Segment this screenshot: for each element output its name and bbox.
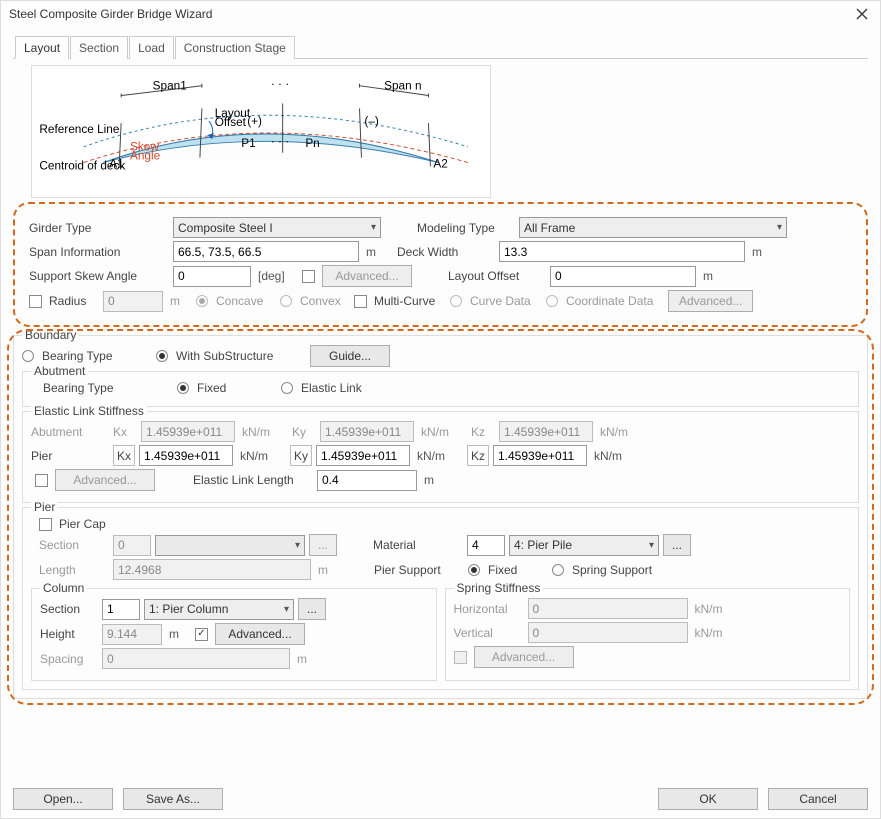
svg-text:· · ·: · · · (271, 134, 289, 148)
ok-button[interactable]: OK (658, 788, 758, 810)
boundary-group: Boundary Bearing Type With SubStructure … (13, 335, 868, 699)
multicurve-advanced-button: Advanced... (668, 290, 753, 312)
span-unit: m (366, 245, 388, 259)
piercap-section-input (113, 535, 151, 556)
pier-ky-input[interactable] (316, 445, 410, 466)
layout-diagram: Span1 Span n · · · · · · Reference Line … (31, 65, 491, 198)
skew-advanced-button[interactable]: Advanced... (322, 265, 412, 287)
svg-text:Offset: Offset (215, 115, 247, 129)
layout-offset-label: Layout Offset (448, 269, 546, 283)
column-advanced-button[interactable]: Advanced... (215, 623, 305, 645)
deck-unit: m (752, 245, 762, 259)
svg-text:Pn: Pn (305, 136, 319, 150)
spring-horizontal-input (528, 598, 688, 619)
svg-text:P1: P1 (241, 136, 255, 150)
svg-text:Angle: Angle (130, 149, 161, 163)
svg-text:Span1: Span1 (153, 79, 187, 93)
column-section-select[interactable]: 1: Pier Column▾ (144, 599, 294, 620)
with-substructure-radio[interactable] (156, 350, 168, 362)
layout-offset-input[interactable] (550, 266, 696, 287)
abutment-title: Abutment (31, 364, 88, 378)
radius-input (103, 291, 163, 312)
column-height-input (102, 624, 162, 645)
piercap-section-browse: ... (309, 534, 337, 556)
tab-load[interactable]: Load (129, 36, 174, 59)
pier-kz-input[interactable] (493, 445, 587, 466)
els-advanced-button: Advanced... (55, 469, 155, 491)
pier-spring-radio[interactable] (552, 564, 564, 576)
abut-bearing-label: Bearing Type (43, 381, 173, 395)
material-input[interactable] (467, 535, 505, 556)
material-select[interactable]: 4: Pier Pile▾ (509, 535, 659, 556)
column-spacing-input (102, 648, 290, 669)
abut-fixed-radio[interactable] (177, 382, 189, 394)
close-icon[interactable] (852, 4, 872, 24)
column-group: Column Section 1: Pier Column▾ ... Heigh… (31, 588, 437, 681)
svg-text:· · ·: · · · (271, 77, 289, 91)
save-as-button[interactable]: Save As... (123, 788, 223, 810)
boundary-title: Boundary (22, 328, 79, 342)
pier-fixed-radio[interactable] (468, 564, 480, 576)
layout-params-group: Girder Type Composite Steel I▾ Modeling … (13, 202, 868, 327)
coorddata-radio (546, 295, 558, 307)
guide-button[interactable]: Guide... (310, 345, 390, 367)
abut-elastic-radio[interactable] (281, 382, 293, 394)
abut-kx-input (141, 421, 235, 442)
svg-text:A1: A1 (109, 156, 123, 170)
skew-advanced-check[interactable] (302, 270, 315, 283)
els-advanced-check[interactable] (35, 474, 48, 487)
bearing-type-radio[interactable] (22, 350, 34, 362)
girder-type-select[interactable]: Composite Steel I▾ (173, 217, 381, 238)
concave-radio (196, 295, 208, 307)
tab-strip: Layout Section Load Construction Stage (13, 35, 868, 59)
piercap-section-select: ▾ (155, 535, 305, 556)
deck-width-label: Deck Width (397, 245, 495, 259)
radius-check[interactable] (29, 295, 42, 308)
span-info-input[interactable] (173, 241, 359, 262)
girder-type-label: Girder Type (29, 221, 169, 235)
piercap-length-input (113, 559, 311, 580)
column-section-browse[interactable]: ... (298, 598, 326, 620)
skew-unit: [deg] (258, 269, 298, 283)
svg-text:Reference Line: Reference Line (39, 122, 119, 136)
convex-radio (280, 295, 292, 307)
window-title: Steel Composite Girder Bridge Wizard (9, 7, 852, 21)
pier-kx-input[interactable] (139, 445, 233, 466)
radius-unit: m (170, 294, 192, 308)
spring-advanced-check (454, 651, 467, 664)
modeling-type-select[interactable]: All Frame▾ (519, 217, 787, 238)
svg-text:(–): (–) (364, 114, 378, 128)
abut-kz-input (499, 421, 593, 442)
tab-construction-stage[interactable]: Construction Stage (175, 36, 295, 59)
svg-text:(+): (+) (247, 114, 262, 128)
layout-offset-unit: m (703, 269, 713, 283)
skew-angle-input[interactable] (173, 266, 251, 287)
skew-angle-label: Support Skew Angle (29, 269, 169, 283)
piercap-check[interactable] (39, 518, 52, 531)
spring-advanced-button: Advanced... (474, 646, 574, 668)
cancel-button[interactable]: Cancel (768, 788, 868, 810)
deck-width-input[interactable] (499, 241, 745, 262)
svg-text:A2: A2 (433, 156, 447, 170)
span-info-label: Span Information (29, 245, 169, 259)
spring-vertical-input (528, 622, 688, 643)
tab-layout[interactable]: Layout (15, 36, 69, 59)
elastic-link-stiffness-group: Elastic Link Stiffness Abutment Kx kN/m … (22, 411, 859, 503)
abut-ky-input (320, 421, 414, 442)
curvedata-radio (450, 295, 462, 307)
material-browse[interactable]: ... (663, 534, 691, 556)
column-advanced-check[interactable] (195, 628, 208, 641)
svg-text:Span n: Span n (384, 79, 421, 93)
open-button[interactable]: Open... (13, 788, 113, 810)
spring-stiffness-group: Spring Stiffness Horizontal kN/m Vertica… (445, 588, 851, 681)
tab-section[interactable]: Section (70, 36, 128, 59)
modeling-type-label: Modeling Type (417, 221, 515, 235)
pier-group: Pier Pier Cap Section ▾ ... Material 4: … (22, 507, 859, 690)
multicurve-check[interactable] (354, 295, 367, 308)
abutment-group: Abutment Bearing Type Fixed Elastic Link (22, 371, 859, 407)
elastic-link-length-input[interactable] (317, 470, 417, 491)
radius-label: Radius (49, 294, 99, 308)
column-section-input[interactable] (102, 599, 140, 620)
